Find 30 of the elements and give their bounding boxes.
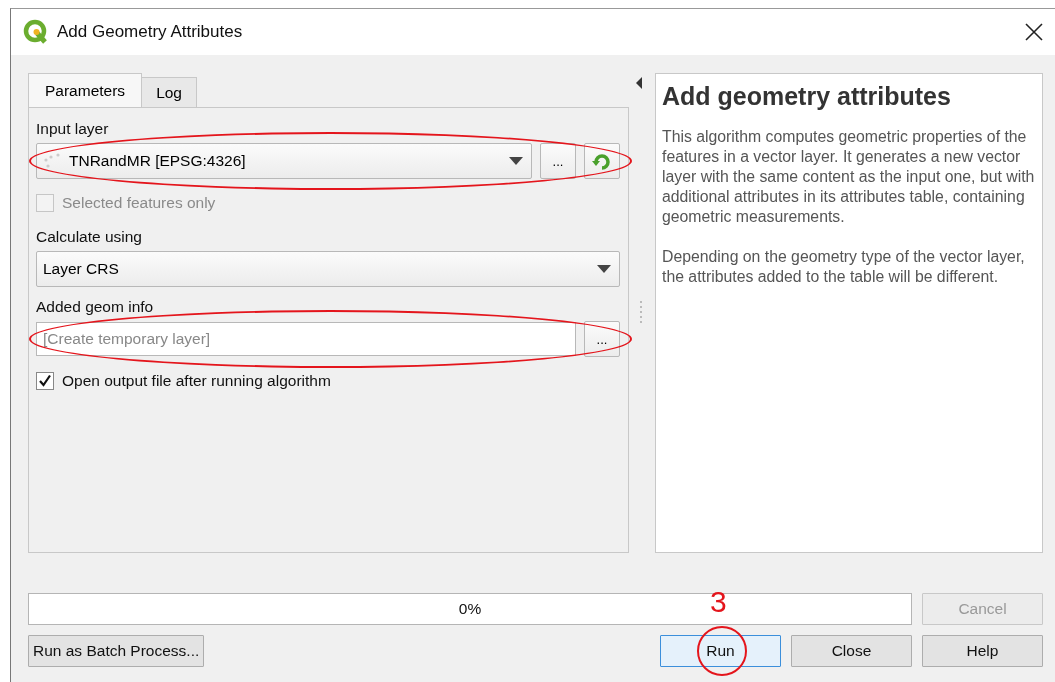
dropdown-caret-icon bbox=[597, 265, 611, 273]
checkbox-label: Selected features only bbox=[62, 194, 216, 212]
batch-process-button[interactable]: Run as Batch Process... bbox=[28, 635, 205, 667]
annotation-ellipse bbox=[697, 626, 747, 676]
browse-button[interactable]: ... bbox=[584, 321, 620, 357]
app-logo-icon bbox=[23, 19, 49, 45]
dropdown-caret-icon bbox=[509, 157, 523, 165]
refresh-button[interactable] bbox=[584, 143, 620, 179]
splitter-grip-icon[interactable] bbox=[640, 301, 643, 325]
dialog-button[interactable]: Close bbox=[791, 635, 912, 667]
browse-button[interactable]: ... bbox=[540, 143, 576, 179]
dialog-button[interactable]: Run bbox=[660, 635, 781, 667]
checkbox-label: Open output file after running algorithm bbox=[62, 372, 331, 390]
checkbox[interactable] bbox=[36, 372, 54, 390]
field-label: Input layer bbox=[36, 119, 110, 139]
tab[interactable]: Parameters bbox=[28, 73, 143, 107]
collapse-arrow-icon[interactable] bbox=[636, 77, 642, 89]
help-text: Depending on the geometry type of the vector layer, the attributes added to the table will be different. bbox=[662, 247, 1026, 287]
dialog-button[interactable]: Help bbox=[922, 635, 1043, 667]
help-text: This algorithm computes geometric properties of the features in a vector layer. It generates a new vector layer with the same content as the input one, but with additional attributes in its attributes table, containing geometric measurements. bbox=[662, 127, 1036, 227]
field-label: Added geom info bbox=[36, 297, 155, 317]
tab[interactable]: Log bbox=[141, 77, 197, 107]
field-label: Calculate using bbox=[36, 227, 143, 247]
dropdown[interactable]: Layer CRS bbox=[36, 251, 620, 287]
window-title: Add Geometry Attributes bbox=[57, 22, 244, 42]
close-button[interactable] bbox=[1023, 21, 1045, 43]
step-number: 3 bbox=[710, 585, 727, 619]
layer-dropdown[interactable]: TNRandMR [EPSG:4326] bbox=[36, 143, 532, 179]
output-field[interactable]: [Create temporary layer] bbox=[36, 322, 576, 356]
help-title: Add geometry attributes bbox=[662, 82, 952, 111]
